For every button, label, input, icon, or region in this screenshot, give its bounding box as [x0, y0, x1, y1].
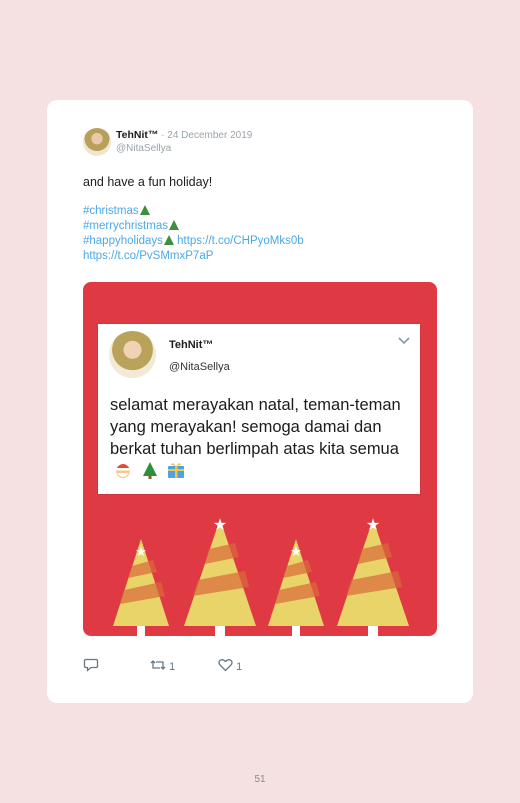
hashtag-block: #christmas #merrychristmas #happyholiday… — [83, 204, 304, 264]
tweet-card: TehNit™ · 24 December 2019 @NitaSellya a… — [47, 100, 473, 703]
avatar[interactable] — [83, 128, 111, 156]
tree-4: ★ — [337, 515, 409, 636]
retweet-count: 1 — [169, 661, 176, 673]
author-line: TehNit™ · 24 December 2019 — [116, 129, 252, 141]
tweet-media[interactable]: TehNit™ @NitaSellya selamat merayakan na… — [83, 282, 437, 636]
christmas-tree-icon — [163, 235, 174, 245]
svg-text:★: ★ — [290, 545, 302, 560]
reply-icon — [83, 658, 99, 672]
tree-1: ★ — [113, 539, 169, 636]
tree-2: ★ — [184, 515, 256, 636]
svg-text:★: ★ — [213, 515, 227, 534]
heart-icon — [218, 659, 233, 672]
author-name[interactable]: TehNit™ — [116, 129, 158, 141]
tree-3: ★ — [268, 539, 324, 636]
retweet-button[interactable]: 1 — [150, 658, 175, 673]
christmas-trees-illustration: ★ ★ ★ ★ — [113, 515, 409, 636]
separator: · — [158, 130, 168, 141]
author-handle[interactable]: @NitaSellya — [116, 143, 171, 154]
tweet-date[interactable]: 24 December 2019 — [167, 130, 252, 141]
page-number: 51 — [254, 774, 266, 785]
like-button[interactable]: 1 — [218, 658, 242, 673]
hashtag-christmas[interactable]: #christmas — [83, 205, 139, 217]
link-1[interactable]: https://t.co/CHPyoMks0b — [177, 235, 304, 247]
retweet-icon — [150, 660, 166, 670]
reply-button[interactable] — [83, 658, 99, 675]
hashtag-merrychristmas[interactable]: #merrychristmas — [83, 220, 168, 232]
christmas-tree-icon — [168, 220, 179, 230]
link-2[interactable]: https://t.co/PvSMmxP7aP — [83, 250, 213, 262]
svg-text:★: ★ — [366, 515, 380, 534]
christmas-tree-icon — [139, 205, 150, 215]
hashtag-happyholidays[interactable]: #happyholidays — [83, 235, 163, 247]
svg-text:★: ★ — [135, 545, 147, 560]
like-count: 1 — [236, 661, 243, 673]
tweet-text: and have a fun holiday! — [83, 175, 213, 189]
